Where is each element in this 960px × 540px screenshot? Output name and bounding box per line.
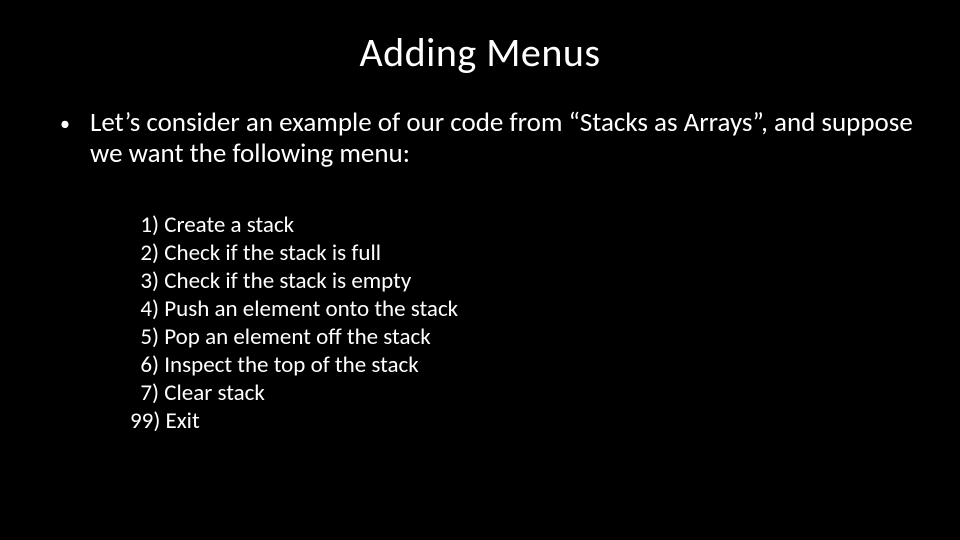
slide-body: • Let’s consider an example of our code … [0,77,960,435]
menu-item: 99) Exit [130,407,920,435]
bullet-text: Let’s consider an example of our code fr… [90,107,920,169]
menu-item: 2) Check if the stack is full [130,239,920,267]
slide: Adding Menus • Let’s consider an example… [0,0,960,540]
slide-title: Adding Menus [0,0,960,77]
menu-item: 3) Check if the stack is empty [130,267,920,295]
menu-item: 7) Clear stack [130,379,920,407]
bullet-dot-icon: • [60,107,90,136]
menu-item: 6) Inspect the top of the stack [130,351,920,379]
bullet-item: • Let’s consider an example of our code … [60,107,920,169]
menu-item: 5) Pop an element off the stack [130,323,920,351]
menu-item: 4) Push an element onto the stack [130,295,920,323]
menu-list: 1) Create a stack 2) Check if the stack … [130,211,920,435]
menu-item: 1) Create a stack [130,211,920,239]
